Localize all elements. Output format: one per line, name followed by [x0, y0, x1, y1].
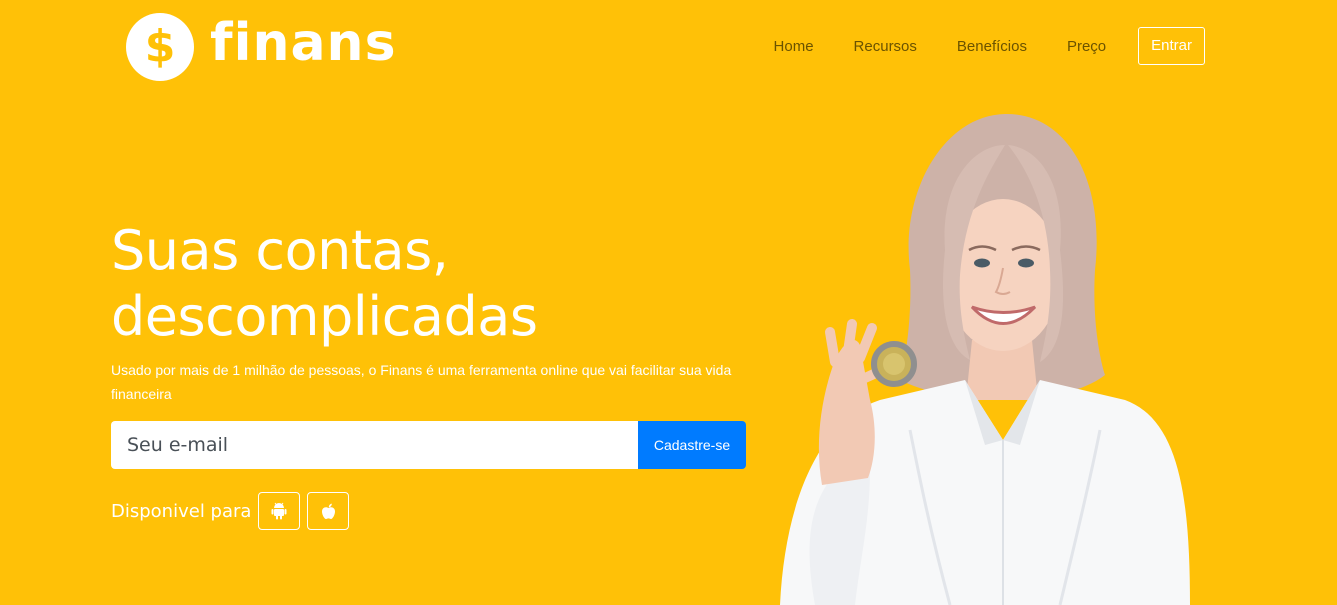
hero-woman-image [780, 113, 1190, 605]
email-input[interactable] [111, 421, 638, 469]
apple-button[interactable] [307, 492, 350, 530]
available-platforms: Disponivel para [111, 492, 356, 530]
android-icon [271, 502, 287, 520]
signup-button[interactable]: Cadastre-se [638, 421, 746, 469]
available-label: Disponivel para [111, 500, 252, 522]
nav-beneficios[interactable]: Benefícios [957, 38, 1027, 55]
apple-icon [321, 503, 335, 519]
main-nav: Home Recursos Benefícios Preço Entrar [774, 27, 1205, 65]
landing-page: $ finans Home Recursos Benefícios Preço … [0, 0, 1337, 605]
dollar-coin-icon: $ [126, 13, 194, 81]
android-button[interactable] [258, 492, 301, 530]
signup-form: Cadastre-se [111, 421, 746, 469]
nav-home[interactable]: Home [774, 38, 814, 55]
hero-title-line-1: Suas contas, [111, 219, 449, 282]
brand-name: finans [210, 13, 397, 73]
hero-title-line-2: descomplicadas [111, 285, 538, 348]
hero-description: Usado por mais de 1 milhão de pessoas, o… [111, 362, 732, 402]
brand-logo[interactable]: $ finans [126, 12, 397, 82]
login-button[interactable]: Entrar [1138, 27, 1205, 65]
hero-title: Suas contas, descomplicadas [111, 218, 671, 350]
nav-preco[interactable]: Preço [1067, 38, 1106, 55]
nav-recursos[interactable]: Recursos [854, 38, 917, 55]
